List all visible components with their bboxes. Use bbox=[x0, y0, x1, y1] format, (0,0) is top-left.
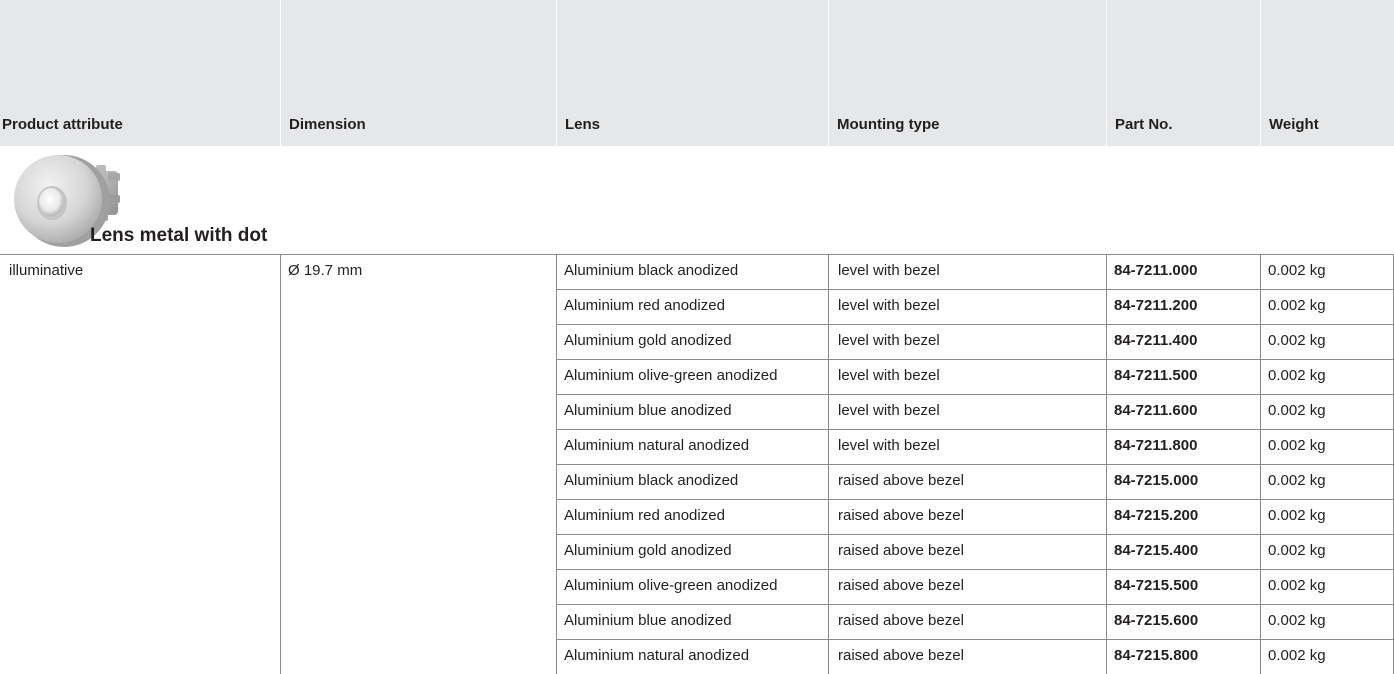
row-separator-line bbox=[556, 289, 1394, 290]
product-group-title: Lens metal with dot bbox=[90, 225, 268, 246]
weight-cell: 0.002 kg bbox=[1268, 507, 1326, 524]
row-separator-line bbox=[556, 429, 1394, 430]
part-no-cell: 84-7215.600 bbox=[1114, 612, 1199, 629]
column-divider bbox=[280, 254, 281, 674]
column-header-product-attribute: Product attribute bbox=[2, 116, 123, 133]
column-header-weight: Weight bbox=[1260, 0, 1394, 146]
mounting-type-cell: level with bezel bbox=[838, 297, 940, 314]
weight-cell: 0.002 kg bbox=[1268, 262, 1326, 279]
row-separator-line bbox=[556, 324, 1394, 325]
mounting-type-cell: level with bezel bbox=[838, 367, 940, 384]
row-separator-line bbox=[556, 499, 1394, 500]
row-separator-line bbox=[556, 534, 1394, 535]
lens-cell: Aluminium blue anodized bbox=[564, 402, 732, 419]
lens-cell: Aluminium natural anodized bbox=[564, 647, 750, 664]
dimension-cell: Ø 19.7 mm bbox=[288, 262, 363, 279]
mounting-type-cell: level with bezel bbox=[838, 402, 940, 419]
weight-cell: 0.002 kg bbox=[1268, 612, 1326, 629]
mounting-type-cell: raised above bezel bbox=[838, 612, 964, 629]
weight-cell: 0.002 kg bbox=[1268, 542, 1326, 559]
mounting-type-cell: raised above bezel bbox=[838, 507, 964, 524]
weight-cell: 0.002 kg bbox=[1268, 437, 1326, 454]
group-separator-line bbox=[0, 254, 1394, 255]
column-header-part-no: Part No. bbox=[1106, 0, 1260, 146]
column-header-dimension: Dimension bbox=[280, 0, 556, 146]
row-separator-line bbox=[556, 394, 1394, 395]
product-attribute-cell: illuminative bbox=[9, 262, 84, 279]
lens-cell: Aluminium red anodized bbox=[564, 297, 725, 314]
mounting-type-cell: level with bezel bbox=[838, 332, 940, 349]
lens-cell: Aluminium black anodized bbox=[564, 262, 739, 279]
lens-cell: Aluminium black anodized bbox=[564, 472, 739, 489]
product-group-header: Lens metal with dot bbox=[0, 146, 1394, 254]
part-no-cell: 84-7211.600 bbox=[1114, 402, 1198, 419]
lens-cell: Aluminium blue anodized bbox=[564, 612, 732, 629]
lens-cell: Aluminium olive-green anodized bbox=[564, 577, 778, 594]
mounting-type-cell: level with bezel bbox=[838, 437, 940, 454]
weight-cell: 0.002 kg bbox=[1268, 297, 1326, 314]
row-separator-line bbox=[556, 569, 1394, 570]
part-no-cell: 84-7215.000 bbox=[1114, 472, 1199, 489]
lens-cell: Aluminium red anodized bbox=[564, 507, 725, 524]
column-header-lens: Lens bbox=[556, 0, 828, 146]
weight-cell: 0.002 kg bbox=[1268, 647, 1326, 664]
part-no-cell: 84-7211.000 bbox=[1114, 262, 1198, 279]
mounting-type-cell: raised above bezel bbox=[838, 542, 964, 559]
product-table-page: Product attribute Dimension Lens Mountin… bbox=[0, 0, 1394, 674]
part-no-cell: 84-7215.500 bbox=[1114, 577, 1199, 594]
lens-cell: Aluminium natural anodized bbox=[564, 437, 750, 454]
part-no-cell: 84-7211.400 bbox=[1114, 332, 1198, 349]
part-no-cell: 84-7211.500 bbox=[1114, 367, 1198, 384]
row-separator-line bbox=[556, 464, 1394, 465]
lens-cell: Aluminium olive-green anodized bbox=[564, 367, 778, 384]
mounting-type-cell: raised above bezel bbox=[838, 577, 964, 594]
weight-cell: 0.002 kg bbox=[1268, 577, 1326, 594]
weight-cell: 0.002 kg bbox=[1268, 367, 1326, 384]
weight-cell: 0.002 kg bbox=[1268, 472, 1326, 489]
part-no-cell: 84-7211.800 bbox=[1114, 437, 1198, 454]
row-separator-line bbox=[556, 639, 1394, 640]
part-no-cell: 84-7215.200 bbox=[1114, 507, 1199, 524]
row-separator-line bbox=[556, 604, 1394, 605]
weight-cell: 0.002 kg bbox=[1268, 402, 1326, 419]
mounting-type-cell: raised above bezel bbox=[838, 472, 964, 489]
row-separator-line bbox=[556, 359, 1394, 360]
mounting-type-cell: raised above bezel bbox=[838, 647, 964, 664]
weight-cell: 0.002 kg bbox=[1268, 332, 1326, 349]
part-no-cell: 84-7211.200 bbox=[1114, 297, 1198, 314]
lens-cell: Aluminium gold anodized bbox=[564, 542, 732, 559]
mounting-type-cell: level with bezel bbox=[838, 262, 940, 279]
column-header-mounting-type: Mounting type bbox=[828, 0, 1106, 146]
part-no-cell: 84-7215.400 bbox=[1114, 542, 1199, 559]
lens-cell: Aluminium gold anodized bbox=[564, 332, 732, 349]
part-no-cell: 84-7215.800 bbox=[1114, 647, 1199, 664]
table-header-row: Product attribute Dimension Lens Mountin… bbox=[0, 0, 1394, 146]
